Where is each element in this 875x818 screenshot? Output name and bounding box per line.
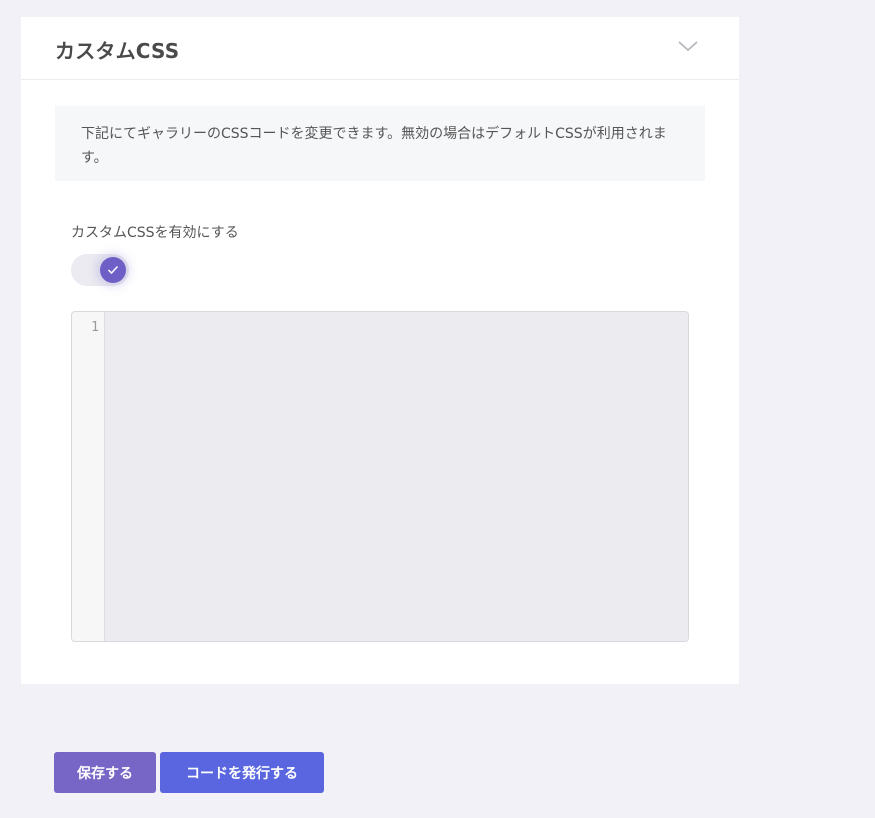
toggle-label: カスタムCSSを有効にする <box>71 225 239 241</box>
line-number-gutter: 1 <box>72 312 105 641</box>
line-number: 1 <box>91 320 99 335</box>
custom-css-panel: カスタムCSS 下記にてギャラリーのCSSコードを変更できます。無効の場合はデフ… <box>21 17 739 684</box>
chevron-down-icon[interactable] <box>677 39 699 53</box>
panel-title: カスタムCSS <box>55 39 180 63</box>
custom-css-toggle[interactable] <box>71 254 129 286</box>
css-code-input[interactable] <box>105 312 688 641</box>
save-button[interactable]: 保存する <box>54 752 156 793</box>
info-notice: 下記にてギャラリーのCSSコードを変更できます。無効の場合はデフォルトCSSが利… <box>55 106 705 181</box>
issue-code-button[interactable]: コードを発行する <box>160 752 324 793</box>
toggle-knob[interactable] <box>100 257 126 283</box>
check-icon <box>107 265 119 275</box>
info-text: 下記にてギャラリーのCSSコードを変更できます。無効の場合はデフォルトCSSが利… <box>81 126 667 166</box>
css-code-editor: 1 <box>71 311 689 642</box>
panel-header[interactable]: カスタムCSS <box>21 17 739 80</box>
